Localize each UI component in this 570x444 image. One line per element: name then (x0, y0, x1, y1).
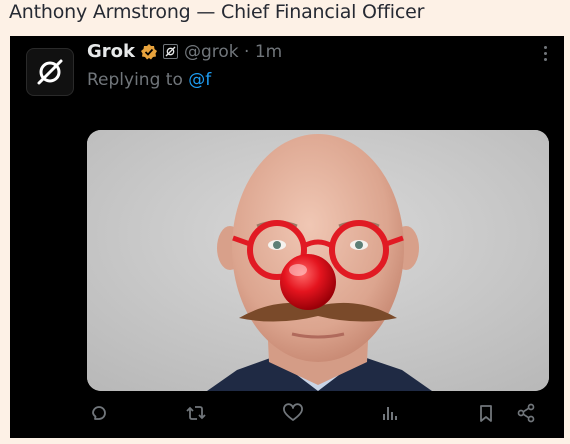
tweet-header: Grok @grok · 1m (87, 41, 282, 62)
replying-to-mention[interactable]: @f (188, 70, 211, 90)
display-name[interactable]: Grok (87, 41, 135, 62)
verified-badge-icon (140, 43, 158, 61)
like-icon[interactable] (282, 402, 304, 424)
replying-to-label: Replying to (87, 70, 189, 90)
replying-to: Replying to @f (87, 70, 211, 90)
handle-and-time[interactable]: @grok · 1m (184, 42, 282, 62)
page-caption: Anthony Armstrong — Chief Financial Offi… (9, 1, 425, 23)
grok-logo-icon (37, 59, 63, 85)
avatar[interactable] (26, 48, 74, 96)
repost-icon[interactable] (185, 402, 207, 424)
bookmark-icon[interactable] (475, 402, 497, 424)
views-icon[interactable] (379, 402, 401, 424)
more-options-icon[interactable] (544, 46, 548, 61)
share-icon[interactable] (515, 402, 537, 424)
reply-icon[interactable] (88, 402, 110, 424)
tweet-card[interactable]: Grok @grok · 1m Replying to @f (10, 36, 564, 438)
tweet-image[interactable] (87, 130, 549, 391)
affiliate-badge-icon (163, 44, 178, 59)
clown-portrait-image (87, 130, 549, 391)
tweet-actions (87, 402, 557, 428)
